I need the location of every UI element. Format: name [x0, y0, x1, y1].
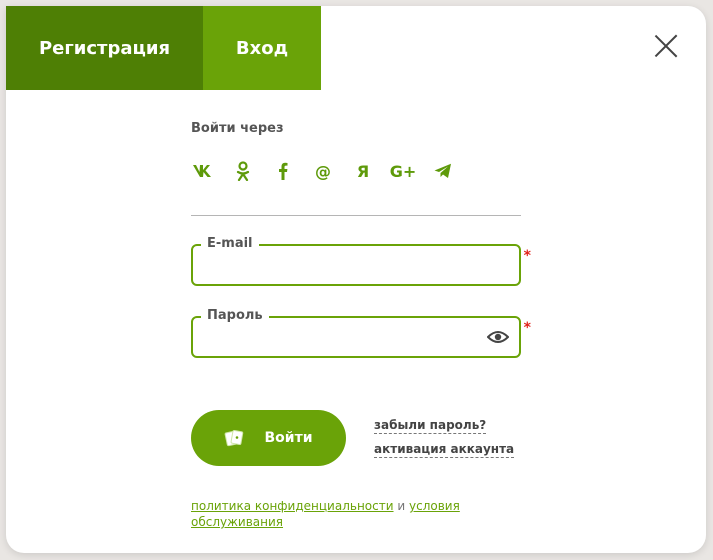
cards-icon [225, 429, 244, 447]
activate-account-link[interactable]: активация аккаунта [374, 442, 515, 458]
privacy-policy-link[interactable]: политика конфиденциальности [191, 499, 394, 513]
close-icon[interactable] [654, 34, 678, 58]
required-mark: * [523, 248, 531, 264]
vk-icon[interactable] [190, 160, 216, 182]
email-field[interactable]: E-mail * [191, 236, 531, 286]
auth-tabs: Регистрация Вход [6, 6, 321, 90]
yandex-icon[interactable]: Я [350, 160, 376, 182]
tab-login[interactable]: Вход [203, 6, 321, 90]
password-input[interactable] [193, 318, 519, 356]
forgot-password-link[interactable]: забыли пароль? [374, 418, 487, 434]
auth-modal: Регистрация Вход Войти через @ Я G+ E-ma… [6, 6, 706, 553]
login-button-label: Войти [264, 430, 313, 446]
login-button[interactable]: Войти [191, 410, 346, 466]
policy-and: и [397, 499, 406, 513]
password-label: Пароль [201, 308, 269, 323]
email-input[interactable] [193, 246, 519, 284]
policy-text: политика конфиденциальности и условия об… [191, 498, 521, 530]
tab-register[interactable]: Регистрация [6, 6, 203, 90]
required-mark: * [523, 320, 531, 336]
telegram-icon[interactable] [430, 160, 456, 182]
google-plus-icon[interactable]: G+ [390, 160, 417, 182]
password-field[interactable]: Пароль * [191, 308, 531, 358]
mail-icon[interactable]: @ [310, 160, 336, 182]
email-label: E-mail [201, 236, 259, 251]
auth-links: забыли пароль? активация аккаунта [374, 418, 515, 466]
divider [191, 215, 521, 216]
social-login-list: @ Я G+ [190, 160, 470, 182]
eye-icon[interactable] [487, 329, 509, 345]
facebook-icon[interactable] [270, 160, 296, 182]
login-via-label: Войти через [191, 121, 284, 136]
odnoklassniki-icon[interactable] [230, 160, 256, 182]
